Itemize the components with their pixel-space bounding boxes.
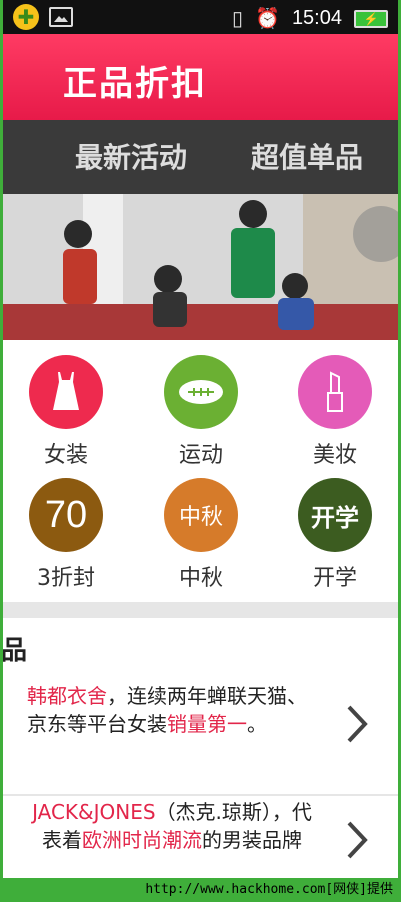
dress-icon: [29, 355, 103, 429]
category-grid: 女装 运动 美妆 70 3折封 中秋 中秋 开学 开学: [3, 340, 398, 602]
category-label: 开学: [312, 566, 357, 591]
category-mid-autumn[interactable]: 中秋 中秋: [141, 478, 261, 592]
seventy-badge-icon: 70: [29, 478, 103, 552]
back-to-school-icon: 开学: [298, 478, 372, 552]
category-womens-clothing[interactable]: 女装: [6, 355, 126, 469]
vibrate-icon: ▯: [232, 8, 244, 30]
title-bar: 正品折扣: [3, 34, 398, 120]
featured-brands-section: 品 韩都衣舍，连续两年蝉联天猫、京东等平台女装销量第一。 JACK&JONES（…: [3, 618, 398, 878]
app-title: 正品折扣: [63, 64, 207, 104]
status-bar: ✚ ▯ ⏰ 15:04 ⚡: [3, 0, 398, 34]
section-divider: [3, 602, 398, 618]
category-label: 女装: [43, 443, 88, 468]
watermark-bar: http://www.hackhome.com[网侠]提供: [0, 878, 401, 902]
image-notification-icon: [49, 7, 73, 27]
football-icon: [164, 355, 238, 429]
brand-item[interactable]: JACK&JONES（杰克.琼斯），代表着欧洲时尚潮流的男装品牌: [3, 794, 398, 878]
tab-latest-activities[interactable]: 最新活动: [75, 136, 187, 176]
app-screen: ✚ ▯ ⏰ 15:04 ⚡ 正品折扣 最新活动 超值单品 女装 运动 美妆 70…: [3, 0, 398, 878]
chevron-right-icon: [346, 820, 368, 864]
section-heading: 品: [3, 636, 28, 666]
category-back-to-school[interactable]: 开学 开学: [275, 478, 395, 592]
tab-value-items[interactable]: 超值单品: [251, 136, 363, 176]
brand-name: 韩都衣舍: [27, 684, 107, 708]
brand-name: JACK&JONES: [32, 800, 156, 824]
promo-banner[interactable]: [3, 194, 398, 340]
watermark-text: http://www.hackhome.com[网侠]提供: [145, 882, 393, 897]
category-label: 3折封: [37, 566, 95, 591]
chevron-right-icon: [346, 704, 368, 748]
category-beauty[interactable]: 美妆: [275, 355, 395, 469]
status-time: 15:04: [291, 7, 342, 29]
banner-photo: [3, 194, 398, 340]
tab-bar: 最新活动 超值单品: [3, 120, 398, 194]
category-label: 美妆: [312, 443, 357, 468]
brand-description: 韩都衣舍，连续两年蝉联天猫、京东等平台女装销量第一。: [27, 684, 307, 736]
battery-charging-icon: ⚡: [354, 9, 388, 28]
category-30-percent[interactable]: 70 3折封: [6, 478, 126, 592]
brand-description: JACK&JONES（杰克.琼斯），代表着欧洲时尚潮流的男装品牌: [32, 800, 312, 852]
category-label: 运动: [178, 443, 223, 468]
plus-app-icon: ✚: [13, 4, 39, 30]
mid-autumn-icon: 中秋: [164, 478, 238, 552]
lipstick-icon: [298, 355, 372, 429]
alarm-icon: ⏰: [255, 8, 280, 30]
category-label: 中秋: [178, 566, 223, 591]
category-sports[interactable]: 运动: [141, 355, 261, 469]
brand-item[interactable]: 韩都衣舍，连续两年蝉联天猫、京东等平台女装销量第一。: [3, 680, 398, 790]
